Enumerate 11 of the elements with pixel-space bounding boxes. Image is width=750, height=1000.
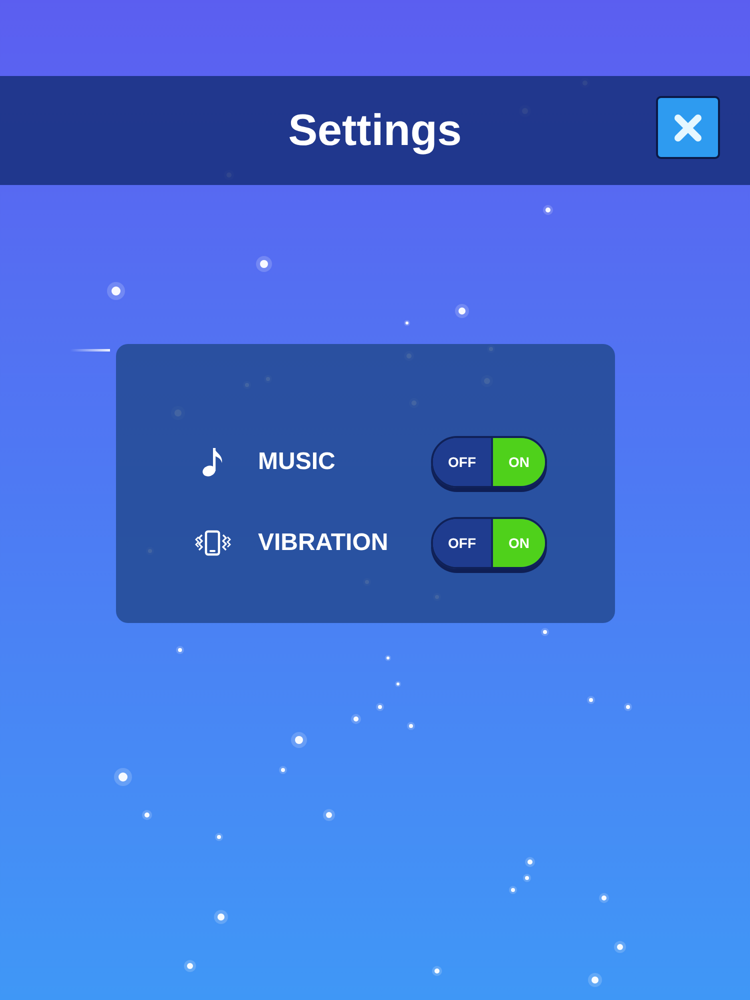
- on-option: ON: [491, 438, 545, 486]
- off-option: OFF: [433, 438, 491, 486]
- close-button[interactable]: [656, 96, 720, 159]
- on-option: ON: [491, 519, 545, 567]
- setting-label: MUSIC: [258, 447, 336, 477]
- screen-title: Settings: [288, 108, 462, 152]
- close-icon: [674, 114, 702, 142]
- off-option: OFF: [433, 519, 491, 567]
- music-note-icon: [202, 447, 224, 477]
- setting-label: VIBRATION: [258, 528, 388, 558]
- vibrating-phone-icon: [195, 530, 231, 556]
